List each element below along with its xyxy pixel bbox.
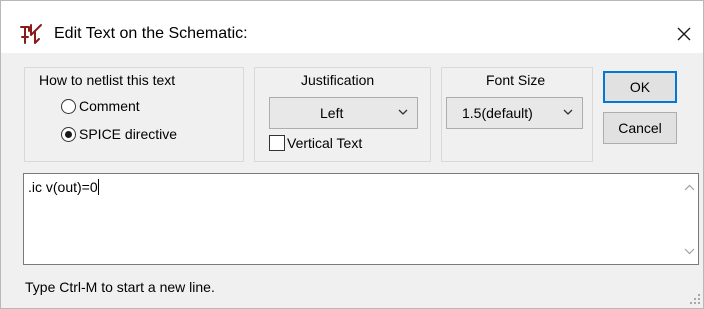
radio-comment[interactable]: Comment	[61, 98, 140, 114]
font-size-select[interactable]: 1.5(default)	[446, 97, 583, 129]
close-button[interactable]	[667, 17, 701, 51]
font-size-group: Font Size 1.5(default)	[441, 67, 593, 162]
status-hint: Type Ctrl-M to start a new line.	[25, 279, 215, 295]
editor-text: .ic v(out)=0	[28, 179, 99, 195]
radio-spice-directive-label: SPICE directive	[79, 126, 178, 142]
vertical-text-checkbox-row[interactable]: Vertical Text	[269, 135, 362, 151]
title-bar[interactable]: Edit Text on the Schematic:	[1, 1, 703, 53]
text-editor[interactable]: .ic v(out)=0	[23, 173, 699, 265]
ok-button-label: OK	[629, 79, 651, 95]
vertical-text-checkbox[interactable]	[269, 135, 285, 151]
cancel-button[interactable]: Cancel	[603, 112, 677, 144]
dialog-title: Edit Text on the Schematic:	[54, 25, 248, 42]
scroll-down-arrow-icon[interactable]	[684, 247, 695, 255]
netlist-mode-group: How to netlist this text Comment SPICE d…	[24, 67, 244, 162]
chevron-down-icon	[398, 109, 408, 115]
font-size-selected-value: 1.5(default)	[462, 105, 533, 121]
vertical-scrollbar[interactable]	[681, 174, 698, 264]
vertical-text-label: Vertical Text	[287, 135, 363, 151]
scroll-up-arrow-icon[interactable]	[684, 184, 695, 192]
radio-button-comment[interactable]	[61, 98, 76, 114]
edit-text-dialog: Edit Text on the Schematic: How to netli…	[0, 0, 704, 309]
justification-select[interactable]: Left	[269, 97, 418, 129]
justification-selected-value: Left	[320, 105, 344, 121]
chevron-down-icon	[563, 109, 573, 115]
justification-group-title: Justification	[301, 72, 375, 88]
ok-button[interactable]: OK	[603, 71, 677, 103]
font-size-group-title: Font Size	[486, 72, 546, 88]
netlist-group-title: How to netlist this text	[39, 72, 176, 88]
resize-grip-icon[interactable]	[687, 291, 701, 305]
cancel-button-label: Cancel	[618, 120, 662, 136]
editor-value: .ic v(out)=0	[28, 179, 98, 195]
ltspice-icon	[20, 24, 42, 44]
radio-comment-label: Comment	[79, 98, 140, 114]
radio-spice-directive[interactable]: SPICE directive	[61, 126, 177, 142]
close-icon	[677, 27, 691, 41]
text-caret	[97, 179, 99, 195]
justification-group: Justification Left Vertical Text	[254, 67, 431, 162]
radio-button-spice-directive[interactable]	[61, 126, 76, 142]
